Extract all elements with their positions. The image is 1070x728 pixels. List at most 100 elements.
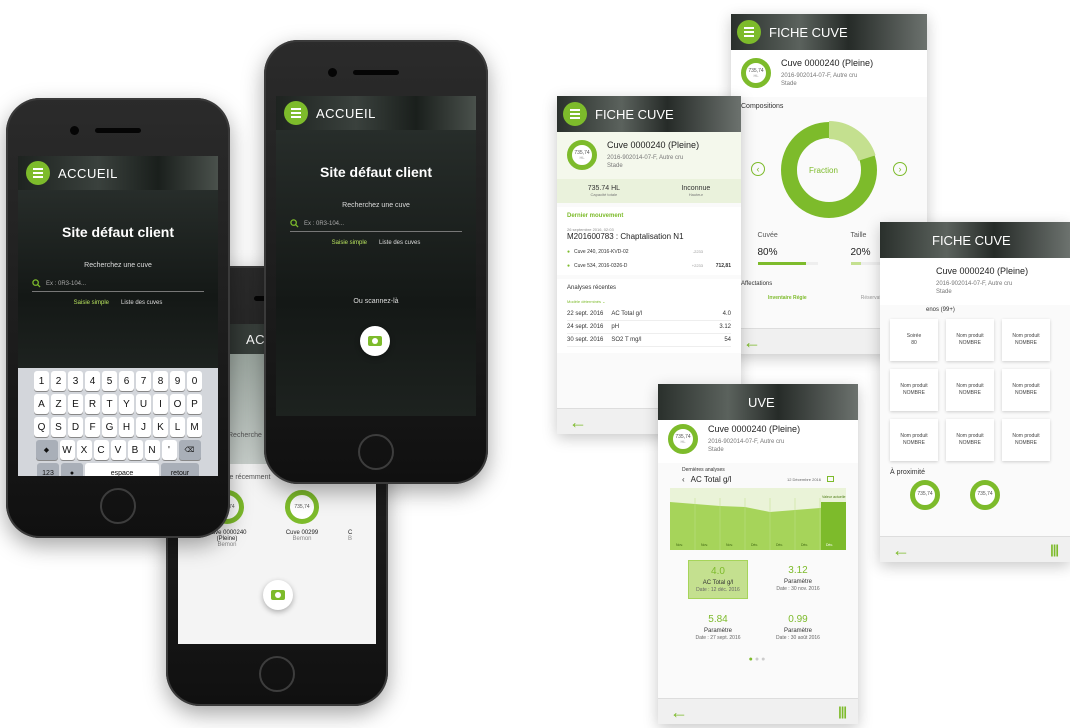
key[interactable]: F	[85, 417, 100, 437]
page-dot[interactable]: ●	[761, 656, 767, 663]
key[interactable]: 8	[153, 371, 168, 391]
stat-tile[interactable]: 5.84 Paramètre Date : 27 sept. 2016	[688, 609, 748, 646]
back-arrow-icon[interactable]: ←	[892, 541, 910, 559]
key[interactable]: R	[85, 394, 100, 414]
key[interactable]: N	[144, 440, 160, 460]
hamburger-menu-icon[interactable]	[563, 102, 587, 126]
analyses-filter[interactable]: Modèle déterminés ⌄	[567, 299, 731, 304]
back-arrow-icon[interactable]: ←	[670, 703, 688, 721]
key[interactable]: V	[110, 440, 126, 460]
scan-camera-button[interactable]	[360, 326, 390, 356]
move-label: Cuve 240, 2016-KVD-02	[574, 248, 629, 255]
product-tile[interactable]: Nom produit NOMBRE	[890, 418, 938, 461]
key[interactable]: T	[102, 394, 117, 414]
volume-gauge[interactable]: 735,74	[970, 479, 1000, 510]
return-key[interactable]: retour	[161, 463, 199, 476]
vertical-bars-icon[interactable]: |||	[838, 704, 847, 719]
key[interactable]: 5	[102, 371, 117, 391]
key[interactable]: 4	[85, 371, 100, 391]
stat-tile[interactable]: 0.99 Paramètre Date : 30 août 2016	[768, 609, 828, 646]
key[interactable]: D	[68, 417, 83, 437]
back-arrow-icon[interactable]: ←	[569, 413, 587, 431]
key[interactable]: I	[153, 394, 168, 414]
recent-item[interactable]: C B	[348, 490, 358, 548]
key[interactable]: 7	[136, 371, 151, 391]
chevron-left-icon[interactable]: ‹	[751, 161, 765, 176]
card-header-title: FICHE CUVE	[595, 106, 674, 122]
key[interactable]: K	[153, 417, 168, 437]
product-tile[interactable]: Nom produit NOMBRE	[890, 368, 938, 411]
chevron-left-icon[interactable]: ‹	[682, 475, 685, 484]
key[interactable]: H	[119, 417, 134, 437]
key[interactable]: J	[136, 417, 151, 437]
key[interactable]: C	[93, 440, 109, 460]
back-arrow-icon[interactable]: ←	[743, 333, 761, 351]
hamburger-menu-icon[interactable]	[284, 101, 308, 125]
volume-gauge[interactable]: 735,74	[910, 479, 940, 510]
key[interactable]: G	[102, 417, 117, 437]
key[interactable]: 2	[51, 371, 66, 391]
search-icon	[290, 219, 299, 228]
calendar-icon[interactable]	[827, 476, 834, 483]
key[interactable]: Z	[51, 394, 66, 414]
cuve-name: Cuve 0000240 (Pleine)	[781, 58, 874, 68]
microphone-icon[interactable]: ●	[61, 463, 83, 476]
last-move-title: Dernier mouvement	[567, 212, 624, 219]
key[interactable]: 6	[119, 371, 134, 391]
product-tile[interactable]: Soirée 80	[890, 318, 938, 361]
key[interactable]: S	[51, 417, 66, 437]
product-tile[interactable]: Nom produit NOMBRE	[946, 368, 994, 411]
card-header-title: FICHE CUVE	[769, 24, 848, 40]
space-key[interactable]: espace	[85, 463, 159, 476]
home-button	[100, 488, 136, 524]
shift-key-icon[interactable]: ◆	[35, 440, 58, 460]
key[interactable]: A	[34, 394, 49, 414]
product-tile[interactable]: Nom produit NOMBRE	[1002, 418, 1050, 461]
product-tile[interactable]: Nom produit NOMBRE	[946, 318, 994, 361]
scan-camera-button[interactable]	[263, 580, 293, 610]
stat-value: 4.0	[711, 565, 725, 577]
search-prompt: Recherchez une cuve	[84, 262, 152, 269]
hamburger-menu-icon[interactable]	[737, 20, 761, 44]
stat-tile[interactable]: 4.0 AC Total g/l Date : 12 déc. 2016	[688, 559, 748, 599]
back-partial-search: Recherche	[228, 432, 262, 439]
key[interactable]: 0	[187, 371, 202, 391]
key[interactable]: Y	[119, 394, 134, 414]
key[interactable]: 3	[68, 371, 83, 391]
tab-inventaire[interactable]: Inventaire Régie	[768, 295, 807, 301]
stat-tile[interactable]: 3.12 Paramètre Date : 30 nov. 2016	[768, 560, 828, 599]
segment-simple[interactable]: Saisie simple	[74, 300, 109, 306]
cuve-subtitle: 2016-902014-07-F, Autre cru Stade	[708, 439, 785, 453]
segment-list[interactable]: Liste des cuves	[379, 240, 420, 246]
backspace-key-icon[interactable]: ⌫	[178, 440, 201, 460]
key[interactable]: P	[187, 394, 202, 414]
product-tile[interactable]: Nom produit NOMBRE	[1002, 318, 1050, 361]
phone-scan: ACCUEIL Site défaut client Recherchez un…	[264, 40, 488, 484]
key[interactable]: M	[187, 417, 202, 437]
card-header-title: FICHE CUVE	[932, 232, 1011, 248]
key[interactable]: Q	[34, 417, 49, 437]
key[interactable]: 9	[170, 371, 185, 391]
key[interactable]: L	[170, 417, 185, 437]
numbers-key[interactable]: 123	[37, 463, 59, 476]
recent-item[interactable]: 735,74 Cuve 00299 Bemon	[282, 490, 322, 548]
segment-simple[interactable]: Saisie simple	[332, 240, 367, 246]
vertical-bars-icon[interactable]: |||	[1050, 542, 1059, 557]
search-input[interactable]: Ex : 0R3-104...	[290, 219, 462, 232]
key[interactable]: 1	[34, 371, 49, 391]
search-input[interactable]: Ex : 0R3-104...	[32, 279, 204, 292]
phone-speaker	[95, 128, 141, 133]
hamburger-menu-icon[interactable]	[26, 161, 50, 185]
key[interactable]: O	[170, 394, 185, 414]
segment-list[interactable]: Liste des cuves	[121, 300, 162, 306]
chevron-right-icon[interactable]: ›	[893, 161, 907, 176]
key[interactable]: U	[136, 394, 151, 414]
key[interactable]: B	[127, 440, 143, 460]
product-tile[interactable]: Nom produit NOMBRE	[946, 418, 994, 461]
key[interactable]: W	[59, 440, 75, 460]
product-tile[interactable]: Nom produit NOMBRE	[1002, 368, 1050, 411]
key[interactable]: '	[161, 440, 177, 460]
bottom-nav: ← |||	[658, 698, 858, 724]
key[interactable]: X	[76, 440, 92, 460]
key[interactable]: E	[68, 394, 83, 414]
